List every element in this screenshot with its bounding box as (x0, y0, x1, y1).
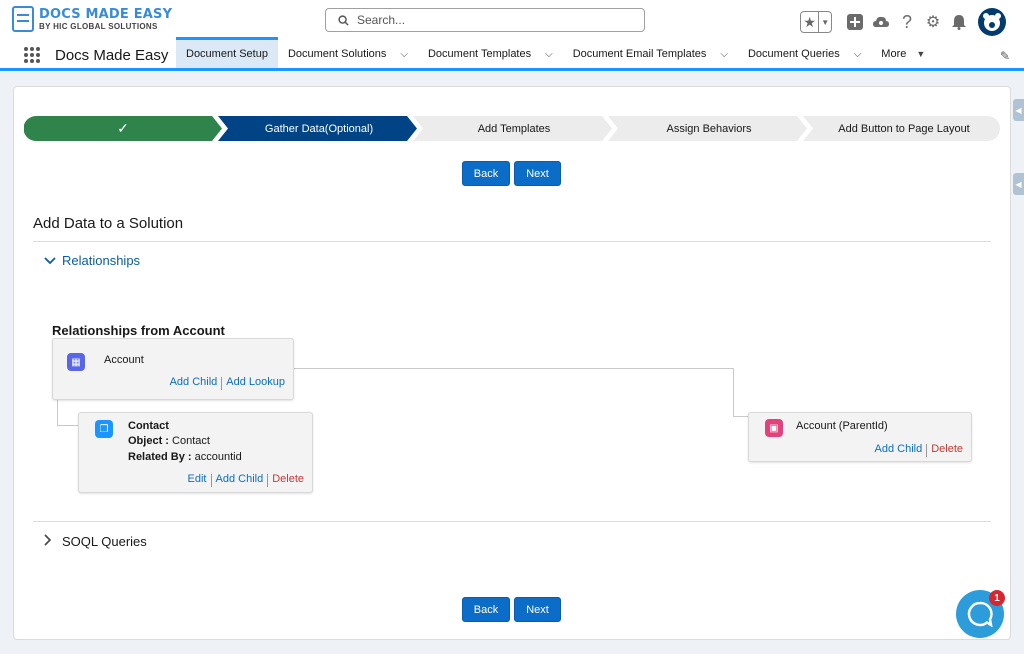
parent-account-node: ▣ Account (ParentId) Add Child Delete (748, 412, 972, 462)
relationships-label: Relationships (62, 253, 141, 268)
check-icon: ✓ (117, 120, 129, 136)
divider (33, 521, 991, 522)
chevron-down-icon[interactable]: ⌵ (854, 49, 862, 60)
global-search[interactable] (325, 8, 645, 32)
tab-document-templates[interactable]: Document Templates ⌵ (418, 40, 563, 68)
logo-subtitle: BY HIC GLOBAL SOLUTIONS (39, 21, 158, 31)
relationships-heading: Relationships from Account (52, 323, 225, 338)
node-name: Contact (128, 420, 169, 432)
back-button[interactable]: Back (462, 161, 510, 186)
delete-link[interactable]: Delete (927, 443, 967, 457)
soql-queries-label: SOQL Queries (62, 534, 147, 549)
object-value: Contact (172, 435, 210, 447)
connector-line (733, 368, 734, 417)
chevron-down-icon[interactable]: ▼ (819, 12, 831, 32)
path-stage-gather-data: Gather Data(Optional) (264, 122, 374, 135)
path-stage-add-button: Add Button to Page Layout (838, 122, 970, 135)
tab-document-setup[interactable]: Document Setup (176, 37, 278, 68)
next-button[interactable]: Next (514, 597, 561, 622)
chevron-right-icon (44, 534, 62, 549)
search-input[interactable] (357, 13, 637, 27)
lookup-icon: ▣ (765, 419, 783, 437)
tab-document-solutions[interactable]: Document Solutions ⌵ (278, 40, 418, 68)
app-logo[interactable]: DOCS MADE EASY BY HIC GLOBAL SOLUTIONS (12, 6, 172, 32)
chevron-down-icon (44, 254, 62, 268)
utility-panel-handle[interactable]: ◀ (1013, 99, 1024, 121)
utility-panel-handle[interactable]: ◀ (1013, 173, 1024, 195)
back-button[interactable]: Back (462, 597, 510, 622)
object-label: Object : (128, 435, 169, 447)
account-icon: ▦ (67, 353, 85, 371)
caret-down-icon[interactable]: ▼ (916, 49, 925, 59)
related-by-value: accountid (194, 451, 242, 463)
app-launcher-icon[interactable] (24, 47, 40, 63)
global-header: DOCS MADE EASY BY HIC GLOBAL SOLUTIONS ★… (0, 0, 1024, 40)
plus-icon[interactable] (844, 11, 866, 33)
bell-icon[interactable] (948, 11, 970, 33)
contact-node: ❐ Contact Object : Contact Related By : … (78, 412, 313, 493)
tab-more[interactable]: More ▼ (871, 40, 935, 68)
add-child-link[interactable]: Add Child (871, 443, 927, 457)
favorites-button[interactable]: ★ ▼ (800, 11, 832, 33)
help-icon[interactable]: ? (896, 11, 918, 33)
add-lookup-link[interactable]: Add Lookup (222, 376, 289, 390)
account-node: ▦ Account Add Child Add Lookup (52, 338, 294, 400)
chevron-down-icon[interactable]: ⌵ (720, 49, 728, 60)
connector-line (57, 400, 58, 426)
edit-nav-icon[interactable]: ✎ (1000, 49, 1010, 63)
user-avatar-icon (983, 13, 1001, 31)
connector-line (57, 425, 79, 426)
node-name: Account (ParentId) (796, 420, 888, 432)
avatar[interactable] (978, 8, 1006, 36)
star-icon[interactable]: ★ (801, 12, 820, 32)
tab-document-queries[interactable]: Document Queries ⌵ (738, 40, 871, 68)
logo-title: DOCS MADE EASY (39, 6, 173, 22)
notification-badge: 1 (989, 590, 1005, 606)
setup-path: ✓ Gather Data(Optional) Add Templates As… (24, 116, 1000, 141)
delete-link[interactable]: Delete (268, 473, 308, 487)
add-child-link[interactable]: Add Child (212, 473, 268, 487)
section-title: Add Data to a Solution (33, 215, 184, 232)
next-button[interactable]: Next (514, 161, 561, 186)
search-icon (338, 14, 349, 26)
soql-queries-accordion[interactable]: SOQL Queries (44, 534, 147, 549)
document-icon (12, 6, 34, 32)
app-navigation: Docs Made Easy Document Setup Document S… (0, 37, 1024, 71)
node-name: Account (104, 354, 144, 366)
related-by-label: Related By : (128, 451, 192, 463)
connector-line (733, 416, 749, 417)
divider (33, 241, 991, 242)
chat-bubble-icon (967, 601, 993, 627)
path-stage-assign-behaviors: Assign Behaviors (666, 122, 752, 135)
connector-line (293, 368, 734, 369)
relationships-accordion[interactable]: Relationships (44, 253, 140, 268)
chevron-down-icon[interactable]: ⌵ (545, 49, 553, 60)
gear-icon[interactable]: ⚙ (922, 11, 944, 33)
cloud-icon[interactable] (870, 11, 892, 33)
contact-icon: ❐ (95, 420, 113, 438)
add-child-link[interactable]: Add Child (166, 376, 222, 390)
path-stage-add-templates: Add Templates (477, 122, 551, 135)
app-name: Docs Made Easy (55, 47, 169, 64)
tab-document-email-templates[interactable]: Document Email Templates ⌵ (563, 40, 738, 68)
chevron-down-icon[interactable]: ⌵ (400, 49, 408, 60)
edit-link[interactable]: Edit (184, 473, 211, 487)
